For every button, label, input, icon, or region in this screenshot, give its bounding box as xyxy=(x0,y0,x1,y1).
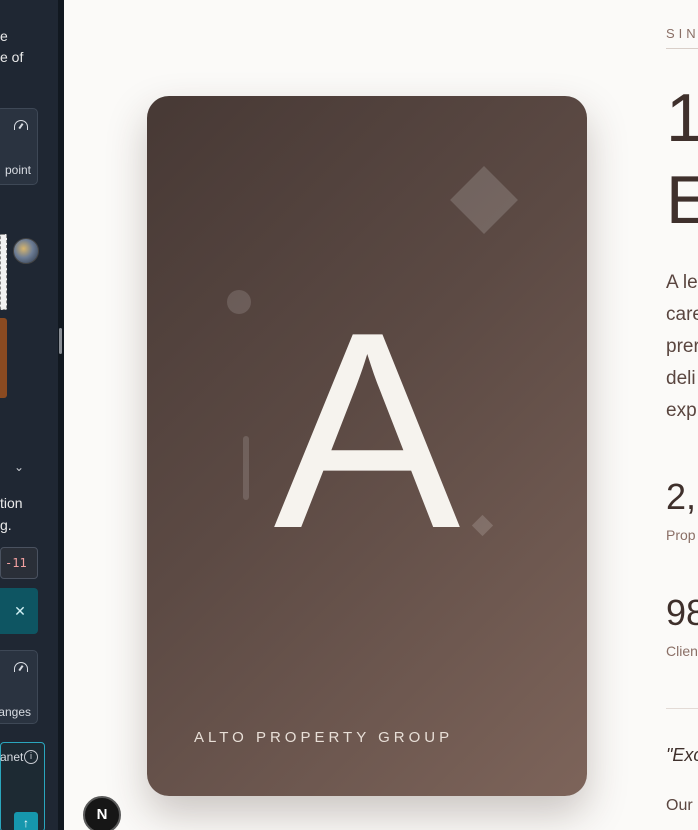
close-icon: ✕ xyxy=(14,603,26,619)
checkpoint-label: point xyxy=(4,163,31,177)
brand-monogram: A xyxy=(273,275,461,587)
send-button[interactable]: ↑ xyxy=(14,812,38,830)
stat-properties-label: Prop xyxy=(666,527,696,543)
brand-name: ALTO PROPERTY GROUP xyxy=(194,729,454,746)
model-label: anet xyxy=(0,750,24,764)
chevron-down-icon[interactable]: ⌄ xyxy=(14,460,24,474)
intro-line-4: deli xyxy=(666,368,696,389)
changes-label: anges xyxy=(0,705,31,719)
intro-line-3: prer xyxy=(666,336,698,357)
info-icon[interactable]: i xyxy=(24,750,38,764)
avatar[interactable] xyxy=(13,238,39,264)
headline-number: 1 xyxy=(666,80,698,156)
stat-clients-value: 98 xyxy=(666,592,698,633)
gauge-icon xyxy=(14,120,28,130)
sidebar-text-line-1: e xyxy=(0,28,8,44)
sidebar-divider xyxy=(58,0,64,830)
stat-properties-value: 2, xyxy=(666,476,697,517)
stat-clients-label: Clien xyxy=(666,643,698,659)
arrow-up-icon: ↑ xyxy=(23,816,29,830)
intro-line-5: exp xyxy=(666,400,697,421)
diff-count-badge: -11 xyxy=(0,547,38,579)
resize-handle[interactable] xyxy=(59,328,62,354)
closing-text: Our xyxy=(666,797,693,814)
intro-line-1: A le xyxy=(666,272,698,293)
since-eyebrow: SIN xyxy=(666,26,698,41)
sidebar-panel: e e of point ⌄ tion g. -11 ✕ anges anet … xyxy=(0,0,58,830)
section-divider xyxy=(666,708,698,709)
sidebar-text-line-2: e of xyxy=(0,49,24,65)
checkpoint-card[interactable]: point xyxy=(0,108,38,185)
close-button[interactable]: ✕ xyxy=(0,588,38,634)
hero-brand-card: A ALTO PROPERTY GROUP xyxy=(147,96,587,796)
sidebar-text-line-4: g. xyxy=(0,517,12,533)
eyebrow-rule xyxy=(666,48,698,49)
sidebar-text-line-3: tion xyxy=(0,495,23,511)
framework-badge[interactable]: N xyxy=(83,796,121,830)
thumbnail-strip[interactable] xyxy=(0,234,7,310)
headline-word: E xyxy=(666,162,698,238)
decorative-diamond-large xyxy=(450,166,518,234)
testimonial-quote: "Exc xyxy=(666,745,698,765)
intro-line-2: care xyxy=(666,304,698,325)
preview-thumbnail[interactable] xyxy=(0,318,7,398)
about-content: SIN 1 E A le care prer deli exp 2, Prop … xyxy=(666,0,698,830)
changes-card[interactable]: anges xyxy=(0,650,38,724)
gauge-icon xyxy=(14,662,28,672)
